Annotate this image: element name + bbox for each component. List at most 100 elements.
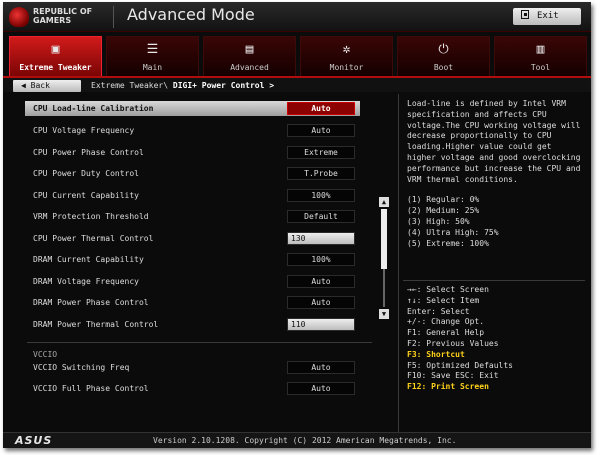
cpu-chip-icon: ▣ — [51, 42, 60, 57]
key-hint-shortcut[interactable]: F3: Shortcut — [407, 350, 585, 361]
setting-row-cpu-load-line-calibration[interactable]: CPU Load-line Calibration Auto — [25, 101, 360, 116]
brand-line2: GAMERS — [33, 16, 72, 25]
section-label-vccio: VCCIO — [33, 350, 58, 359]
setting-label: DRAM Power Thermal Control — [33, 320, 159, 329]
setting-row-dram-current-capability[interactable]: DRAM Current Capability 100% — [25, 252, 360, 267]
setting-row-cpu-power-thermal-control[interactable]: CPU Power Thermal Control 130 — [25, 231, 360, 246]
setting-value-select[interactable]: Auto — [287, 124, 355, 137]
tab-bar: ▣ Extreme Tweaker ☰ Main ▤ Advanced ✲ Mo… — [9, 36, 587, 76]
key-hint: F1: General Help — [407, 328, 485, 338]
navigation-bar: ◀ Back Extreme Tweaker\ DIGI+ Power Cont… — [3, 76, 591, 92]
key-hint: F10: Save ESC: Exit — [407, 371, 499, 381]
key-hint: F2: Previous Values — [407, 338, 499, 348]
setting-value-select[interactable]: Auto — [287, 361, 355, 374]
breadcrumb-current: DIGI+ Power Control > — [172, 81, 275, 90]
setting-label: VCCIO Full Phase Control — [33, 384, 149, 393]
tab-label: Tool — [530, 63, 551, 72]
key-hint: →←: Select Screen — [407, 285, 489, 294]
panel-divider — [398, 94, 399, 432]
brand-logo-text: REPUBLIC OF GAMERS — [33, 7, 92, 25]
header-bar: REPUBLIC OF GAMERS Advanced Mode Exit — [3, 2, 591, 32]
setting-value-input[interactable]: 130 — [287, 232, 355, 245]
scroll-up-arrow-icon[interactable]: ▲ — [379, 197, 389, 207]
setting-value-select[interactable]: Auto — [287, 382, 355, 395]
brand-line1: REPUBLIC OF — [33, 7, 93, 16]
setting-value-select[interactable]: Auto — [287, 296, 355, 309]
tab-label: Extreme Tweaker — [19, 63, 92, 72]
setting-label: CPU Voltage Frequency — [33, 126, 135, 135]
setting-row-cpu-current-capability[interactable]: CPU Current Capability 100% — [25, 188, 360, 203]
breadcrumb: Extreme Tweaker\ DIGI+ Power Control > — [91, 81, 274, 90]
setting-value-select[interactable]: T.Probe — [287, 167, 355, 180]
tab-main[interactable]: ☰ Main — [106, 36, 199, 76]
list-icon: ☰ — [146, 42, 159, 57]
setting-row-vccio-switching-freq[interactable]: VCCIO Switching Freq Auto — [25, 360, 360, 375]
tab-extreme-tweaker[interactable]: ▣ Extreme Tweaker — [9, 36, 102, 76]
setting-value-input[interactable]: 110 — [287, 318, 355, 331]
setting-value-select[interactable]: Extreme — [287, 146, 355, 159]
setting-label: CPU Power Phase Control — [33, 148, 144, 157]
section-divider — [27, 342, 372, 343]
monitor-fan-icon: ✲ — [342, 42, 351, 57]
key-hint-print-screen[interactable]: F12: Print Screen — [407, 382, 585, 393]
setting-label: CPU Current Capability — [33, 191, 139, 200]
setting-value-select[interactable]: 100% — [287, 253, 355, 266]
setting-label: DRAM Voltage Frequency — [33, 277, 139, 286]
setting-label: CPU Power Thermal Control — [33, 234, 154, 243]
back-arrow-icon: ◀ — [21, 81, 31, 90]
key-legend: →←: Select Screen ↑↓: Select Item Enter:… — [407, 285, 585, 393]
setting-value-select[interactable]: Auto — [287, 275, 355, 288]
tab-advanced[interactable]: ▤ Advanced — [203, 36, 296, 76]
version-text: Version 2.10.1208. Copyright (C) 2012 Am… — [153, 436, 457, 445]
back-button[interactable]: ◀ Back — [13, 80, 81, 92]
setting-row-dram-voltage-frequency[interactable]: DRAM Voltage Frequency Auto — [25, 274, 360, 289]
setting-value-select[interactable]: Default — [287, 210, 355, 223]
tab-label: Advanced — [230, 63, 269, 72]
scrollbar[interactable]: ▲ ▼ — [379, 197, 389, 319]
setting-row-cpu-voltage-frequency[interactable]: CPU Voltage Frequency Auto — [25, 123, 360, 138]
setting-label: CPU Load-line Calibration — [33, 104, 154, 113]
setting-value-select[interactable]: 100% — [287, 189, 355, 202]
setting-row-dram-power-phase-control[interactable]: DRAM Power Phase Control Auto — [25, 295, 360, 310]
help-level: (1) Regular: 0% — [407, 195, 480, 205]
advanced-settings-icon: ▤ — [245, 42, 254, 57]
tab-tool[interactable]: ▥ Tool — [494, 36, 587, 76]
help-description: Load-line is defined by Intel VRM specif… — [407, 99, 581, 184]
header-divider — [113, 6, 114, 28]
scroll-down-arrow-icon[interactable]: ▼ — [379, 309, 389, 319]
asus-logo: ASUS — [15, 434, 53, 447]
key-hint: Enter: Select — [407, 306, 470, 316]
setting-value-select[interactable]: Auto — [287, 102, 355, 115]
setting-row-vccio-full-phase-control[interactable]: VCCIO Full Phase Control Auto — [25, 381, 360, 396]
tab-monitor[interactable]: ✲ Monitor — [300, 36, 393, 76]
setting-row-cpu-power-phase-control[interactable]: CPU Power Phase Control Extreme — [25, 145, 360, 160]
tab-label: Main — [142, 63, 163, 72]
back-label: Back — [30, 81, 50, 90]
key-hint: F5: Optimized Defaults — [407, 360, 513, 370]
exit-button[interactable]: Exit — [513, 8, 581, 25]
page-title: Advanced Mode — [127, 5, 255, 24]
power-icon: ⏻ — [438, 42, 449, 57]
help-level: (3) High: 50% — [407, 216, 470, 226]
tab-label: Boot — [433, 63, 454, 72]
setting-row-dram-power-thermal-control[interactable]: DRAM Power Thermal Control 110 — [25, 317, 360, 332]
footer-bar: ASUS Version 2.10.1208. Copyright (C) 20… — [3, 432, 591, 448]
rog-eye-logo — [9, 7, 29, 27]
setting-label: CPU Power Duty Control — [33, 169, 139, 178]
tab-label: Monitor — [329, 63, 364, 72]
setting-row-vrm-protection-threshold[interactable]: VRM Protection Threshold Default — [25, 209, 360, 224]
key-hint: +/-: Change Opt. — [407, 317, 485, 327]
setting-label: VCCIO Switching Freq — [33, 363, 130, 372]
help-level: (5) Extreme: 100% — [407, 238, 489, 248]
setting-label: VRM Protection Threshold — [33, 212, 149, 221]
help-panel: Load-line is defined by Intel VRM specif… — [407, 99, 585, 249]
breadcrumb-parent[interactable]: Extreme Tweaker\ — [91, 81, 168, 90]
setting-row-cpu-power-duty-control[interactable]: CPU Power Duty Control T.Probe — [25, 166, 360, 181]
tab-boot[interactable]: ⏻ Boot — [397, 36, 490, 76]
setting-label: DRAM Power Phase Control — [33, 298, 149, 307]
help-level: (4) Ultra High: 75% — [407, 227, 499, 237]
bios-window: REPUBLIC OF GAMERS Advanced Mode Exit ▣ … — [3, 2, 591, 448]
setting-label: DRAM Current Capability — [33, 255, 144, 264]
scroll-thumb[interactable] — [381, 209, 387, 269]
help-level: (2) Medium: 25% — [407, 206, 480, 216]
